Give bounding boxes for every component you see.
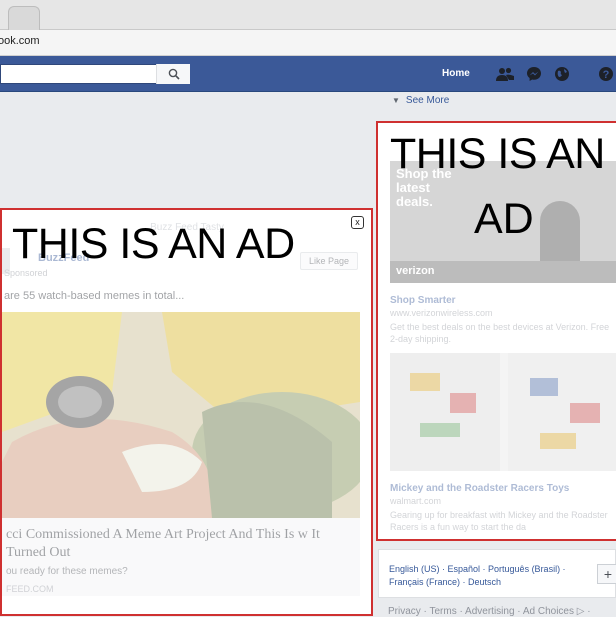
home-link[interactable]: Home — [432, 64, 480, 84]
messenger-icon — [527, 67, 541, 81]
search-icon — [168, 68, 180, 80]
address-bar-url[interactable]: ook.com — [0, 35, 40, 47]
verizon-model — [540, 201, 580, 261]
address-bar[interactable] — [0, 30, 616, 56]
sponsored-label: Sponsored — [4, 268, 48, 278]
ad-image[interactable] — [2, 312, 360, 518]
friend-requests-button[interactable] — [495, 64, 515, 84]
like-page-button[interactable]: Like Page — [300, 252, 358, 270]
ad-subtitle: ou ready for these memes? — [6, 566, 128, 577]
notifications-button[interactable] — [552, 64, 572, 84]
add-language-button[interactable]: + — [597, 564, 616, 584]
help-button[interactable]: ? — [596, 64, 616, 84]
ad-domain: FEED.COM — [6, 584, 54, 594]
ad2-title[interactable]: Mickey and the Roadster Racers Toys — [390, 483, 569, 494]
see-more-link[interactable]: ▼ See More — [392, 95, 449, 106]
ad-warning-overlay-right-line1: THIS IS AN — [390, 130, 605, 178]
ad-warning-overlay-right-line2: AD — [474, 195, 534, 243]
globe-icon — [555, 67, 569, 81]
ad-caption: are 55 watch-based memes in total... — [4, 290, 185, 302]
ad2-url: walmart.com — [390, 496, 442, 506]
help-icon: ? — [599, 67, 613, 81]
friends-icon — [496, 67, 514, 81]
ad2-desc: Gearing up for breakfast with Mickey and… — [390, 510, 608, 532]
svg-text:?: ? — [603, 69, 610, 81]
verizon-brand: verizon — [396, 265, 435, 277]
browser-tab-bar — [0, 0, 616, 30]
close-icon: x — [355, 217, 360, 227]
language-links-line1[interactable]: English (US) · Español · Português (Bras… — [389, 564, 566, 574]
see-more-label: See More — [405, 95, 450, 106]
ad1-title[interactable]: Shop Smarter — [390, 295, 456, 306]
chevron-down-icon: ▼ — [392, 96, 400, 105]
search-button[interactable] — [156, 64, 190, 84]
ad1-desc: Get the best deals on the best devices a… — [390, 322, 610, 344]
toys-image-art — [390, 353, 616, 471]
like-page-label: Like Page — [308, 256, 350, 266]
language-links-line2[interactable]: Français (France) · Deutsch — [389, 577, 501, 587]
ad-image-art — [2, 312, 360, 518]
browser-tab[interactable] — [8, 6, 40, 30]
messages-button[interactable] — [524, 64, 544, 84]
footer-links[interactable]: Privacy · Terms · Advertising · Ad Choic… — [388, 606, 591, 617]
walmart-ad-image[interactable] — [390, 353, 616, 471]
ad1-url: www.verizonwireless.com — [390, 308, 493, 318]
feed-ad-card[interactable]: Buzz Feed Tasty BuzzFeed Sponsored Like … — [0, 208, 373, 616]
language-selector: English (US) · Español · Português (Bras… — [378, 549, 616, 598]
sponsored-ads-panel[interactable]: Shop the latest deals. verizon Shop Smar… — [376, 121, 616, 541]
ad-headline[interactable]: cci Commissioned A Meme Art Project And … — [6, 526, 356, 562]
plus-icon: + — [603, 566, 613, 582]
ad-warning-overlay: THIS IS AN AD — [12, 220, 295, 268]
close-ad-button[interactable]: x — [351, 216, 364, 229]
